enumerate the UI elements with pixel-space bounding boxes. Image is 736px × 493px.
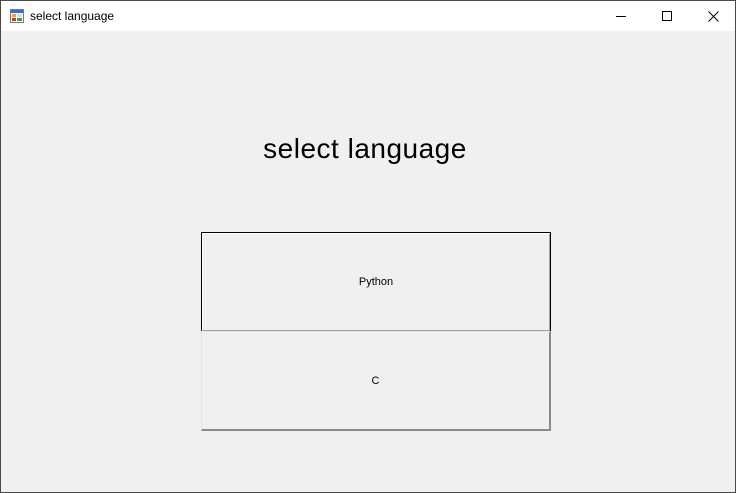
maximize-icon bbox=[662, 11, 672, 21]
app-icon bbox=[10, 9, 24, 23]
app-window: select language select language Python C bbox=[0, 0, 736, 493]
window-title: select language bbox=[30, 9, 115, 23]
form-client-area: select language Python C bbox=[1, 31, 735, 492]
python-button-label: Python bbox=[358, 276, 394, 288]
c-button[interactable]: C bbox=[201, 331, 551, 431]
c-button-label: C bbox=[371, 374, 380, 387]
minimize-icon bbox=[616, 16, 626, 17]
minimize-button[interactable] bbox=[598, 1, 644, 31]
close-icon bbox=[707, 10, 719, 22]
python-button[interactable]: Python bbox=[201, 232, 551, 332]
title-bar[interactable]: select language bbox=[1, 1, 735, 31]
maximize-button[interactable] bbox=[644, 1, 690, 31]
page-heading: select language bbox=[263, 133, 467, 164]
close-button[interactable] bbox=[690, 1, 735, 31]
